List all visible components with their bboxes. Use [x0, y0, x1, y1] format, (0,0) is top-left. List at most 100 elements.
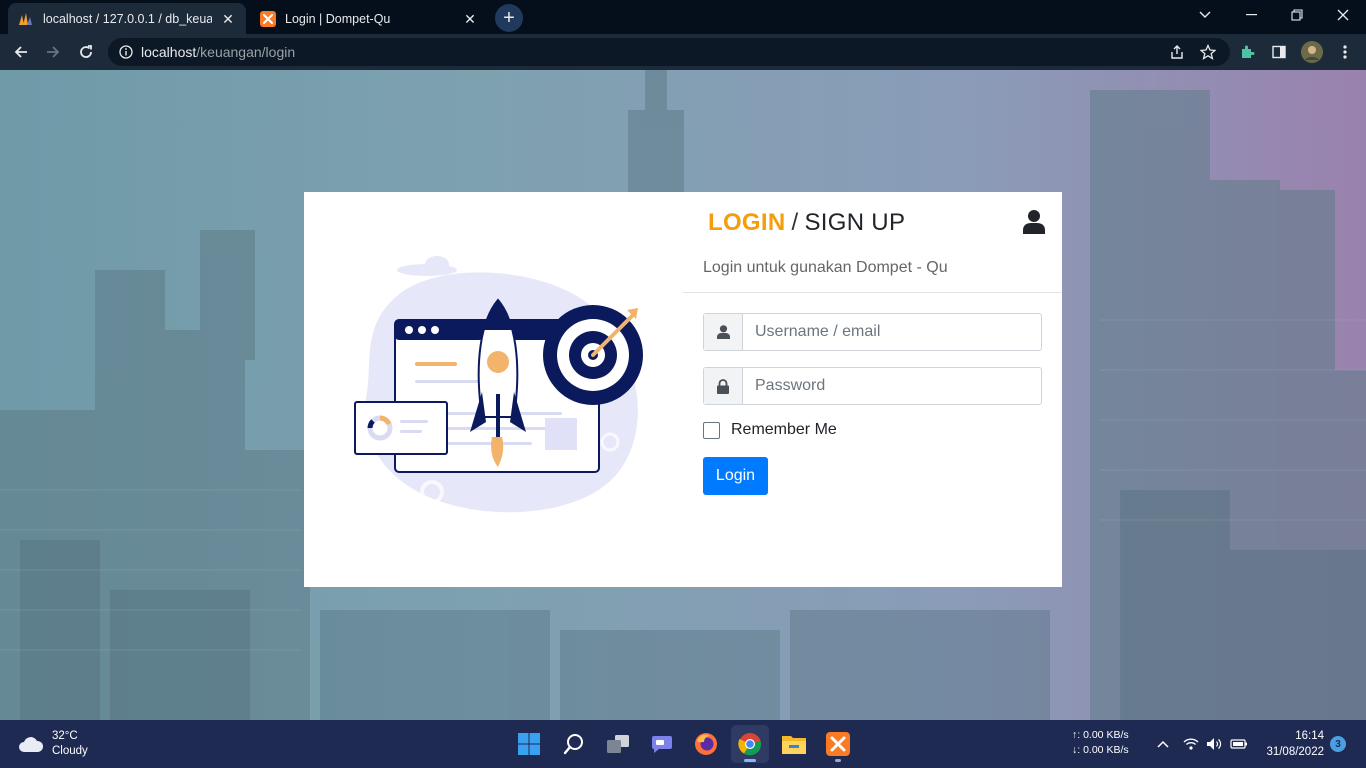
- windows-taskbar: 32°C Cloudy ↑: 0.00 KB/s ↓: 0.00 KB/s 16…: [0, 720, 1366, 768]
- password-field-group: [703, 367, 1042, 405]
- battery-button[interactable]: [1228, 733, 1250, 755]
- start-button[interactable]: [510, 725, 548, 763]
- username-addon: [704, 314, 743, 350]
- arrow-left-icon: [14, 46, 27, 58]
- arrow-right-icon: [47, 46, 60, 58]
- extensions-button[interactable]: [1234, 39, 1260, 65]
- xampp-button[interactable]: [819, 725, 857, 763]
- signup-tab[interactable]: SIGN UP: [804, 209, 905, 236]
- search-button[interactable]: [555, 725, 593, 763]
- reload-button[interactable]: [73, 39, 99, 65]
- restore-button[interactable]: [1274, 0, 1320, 30]
- heading-separator: /: [791, 209, 799, 236]
- running-indicator: [835, 759, 841, 762]
- user-icon: [716, 325, 730, 339]
- network-speed: ↑: 0.00 KB/s ↓: 0.00 KB/s: [1072, 728, 1129, 758]
- chevron-down-icon: [1199, 11, 1211, 18]
- url-host: localhost: [141, 44, 197, 60]
- notification-badge[interactable]: 3: [1330, 736, 1346, 752]
- menu-button[interactable]: [1332, 39, 1358, 65]
- back-button[interactable]: [8, 39, 34, 65]
- system-clock[interactable]: 16:14 31/08/2022: [1262, 728, 1324, 760]
- remember-me-label[interactable]: Remember Me: [731, 421, 837, 439]
- side-panel-icon: [1272, 45, 1286, 59]
- username-field-group: [703, 313, 1042, 351]
- tab-phpmyadmin[interactable]: localhost / 127.0.0.1 / db_keuangan ✕: [8, 3, 246, 34]
- profile-avatar[interactable]: [1299, 39, 1325, 65]
- show-hidden-icons-button[interactable]: [1152, 733, 1174, 755]
- login-panel: LOGIN / SIGN UP Login untuk gunakan Dompet…: [683, 192, 1062, 587]
- address-bar[interactable]: localhost/keuangan/login: [108, 38, 1230, 66]
- star-icon: [1200, 44, 1216, 60]
- search-icon: [563, 734, 583, 755]
- chrome-icon: [738, 733, 762, 756]
- upload-speed: ↑: 0.00 KB/s: [1072, 729, 1129, 741]
- firefox-icon: [695, 733, 717, 755]
- remember-me-checkbox[interactable]: [703, 421, 720, 439]
- tab-title: Login | Dompet-Qu: [285, 11, 391, 26]
- chrome-button[interactable]: [731, 725, 769, 763]
- task-view-icon: [607, 735, 629, 753]
- chat-button[interactable]: [643, 725, 681, 763]
- divider: [683, 292, 1062, 293]
- bookmark-button[interactable]: [1195, 39, 1221, 65]
- volume-button[interactable]: [1203, 733, 1225, 755]
- url-path: /keuangan/login: [196, 44, 296, 60]
- login-tab[interactable]: LOGIN: [708, 209, 786, 236]
- clock-date: 31/08/2022: [1266, 746, 1324, 758]
- info-icon[interactable]: [119, 45, 133, 59]
- minimize-icon: [1245, 14, 1257, 16]
- windows-start-icon: [518, 733, 540, 755]
- chat-icon: [652, 736, 672, 753]
- chevron-up-icon: [1157, 740, 1169, 748]
- form-heading: LOGIN / SIGN UP: [708, 209, 905, 237]
- share-icon: [1171, 45, 1183, 59]
- close-icon: [1337, 9, 1349, 21]
- rocket-illustration: [354, 256, 643, 513]
- tab-dompet-login[interactable]: Login | Dompet-Qu ✕: [250, 3, 488, 34]
- side-panel-button[interactable]: [1266, 39, 1292, 65]
- battery-icon: [1230, 739, 1247, 749]
- browser-toolbar: localhost/keuangan/login: [0, 34, 1366, 70]
- tab-title: localhost / 127.0.0.1 / db_keuangan: [43, 11, 212, 26]
- weather-temperature: 32°C: [52, 730, 78, 742]
- avatar-icon: [1301, 41, 1323, 63]
- restore-icon: [1291, 9, 1303, 21]
- speaker-icon: [1207, 738, 1222, 750]
- new-tab-button[interactable]: +: [495, 4, 523, 32]
- lock-icon: [717, 378, 729, 394]
- weather-widget[interactable]: 32°C Cloudy: [18, 729, 88, 759]
- task-view-button[interactable]: [599, 725, 637, 763]
- username-input[interactable]: [743, 314, 1041, 350]
- xampp-icon: [260, 10, 276, 27]
- wifi-icon: [1183, 738, 1199, 750]
- active-indicator: [744, 759, 756, 762]
- reload-icon: [80, 45, 92, 58]
- password-addon: [704, 368, 743, 404]
- forward-button[interactable]: [40, 39, 66, 65]
- close-icon[interactable]: ✕: [220, 11, 236, 27]
- close-window-button[interactable]: [1320, 0, 1366, 30]
- clock-time: 16:14: [1295, 730, 1324, 742]
- puzzle-icon: [1242, 45, 1255, 58]
- weather-condition: Cloudy: [52, 745, 88, 757]
- login-card: LOGIN / SIGN UP Login untuk gunakan Dompet…: [304, 192, 1062, 587]
- share-button[interactable]: [1164, 39, 1190, 65]
- phpmyadmin-icon: [18, 11, 34, 27]
- remember-me[interactable]: Remember Me: [703, 421, 837, 439]
- tab-strip: localhost / 127.0.0.1 / db_keuangan ✕ Lo…: [0, 0, 1366, 34]
- xampp-icon: [826, 732, 850, 756]
- cloud-icon: [19, 737, 44, 752]
- close-icon[interactable]: ✕: [462, 11, 478, 27]
- firefox-button[interactable]: [687, 725, 725, 763]
- kebab-menu-icon: [1343, 45, 1347, 59]
- minimize-button[interactable]: [1228, 0, 1274, 30]
- login-button[interactable]: Login: [703, 457, 768, 495]
- wifi-button[interactable]: [1180, 733, 1202, 755]
- file-explorer-icon: [782, 736, 806, 754]
- file-explorer-button[interactable]: [775, 725, 813, 763]
- password-input[interactable]: [743, 368, 1041, 404]
- tab-search-button[interactable]: [1182, 0, 1228, 30]
- form-subtitle: Login untuk gunakan Dompet - Qu: [703, 259, 948, 276]
- page-viewport: LOGIN / SIGN UP Login untuk gunakan Dompet…: [0, 70, 1366, 720]
